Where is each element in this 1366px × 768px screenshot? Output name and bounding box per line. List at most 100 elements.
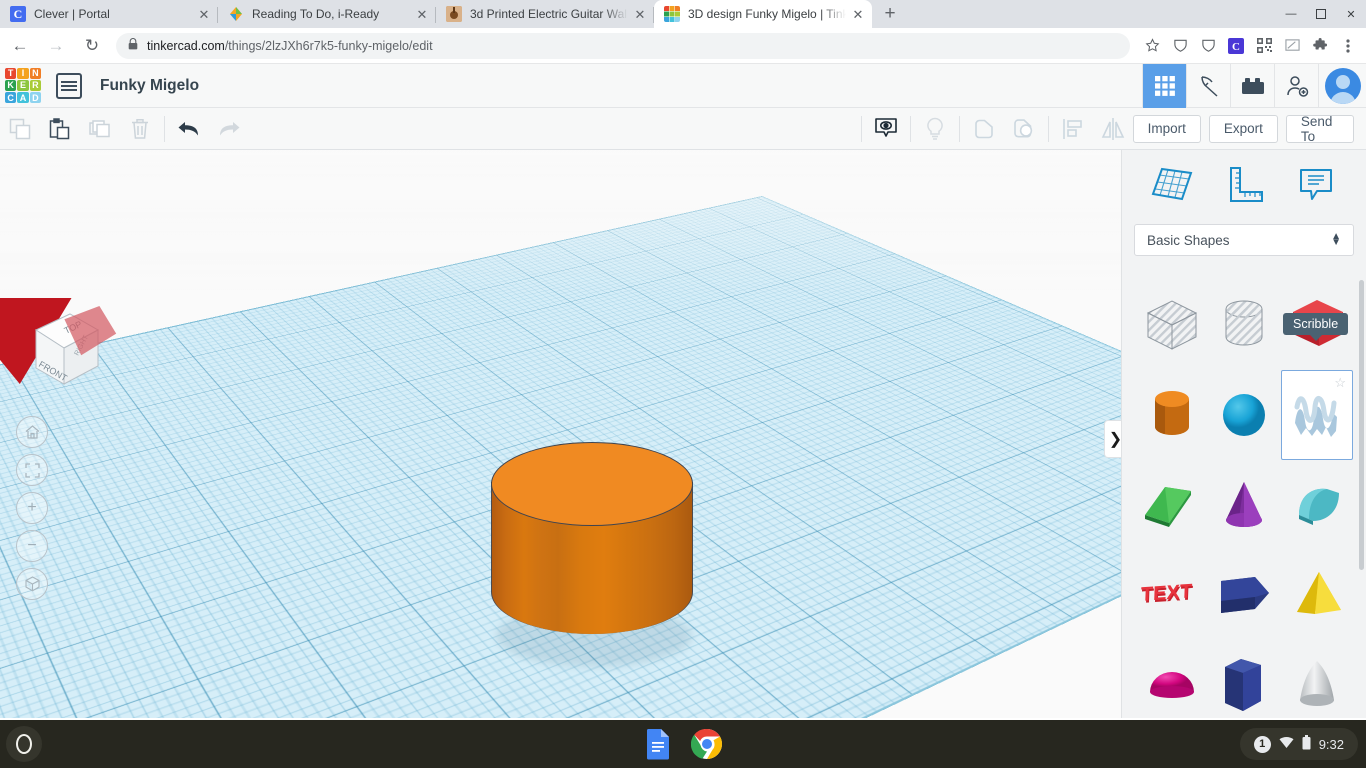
shield-icon[interactable]	[1194, 32, 1222, 60]
shape-category-select[interactable]: Basic Shapes ▲ ▼	[1134, 224, 1354, 256]
duplicate-icon	[80, 108, 120, 150]
fit-to-view-icon[interactable]	[16, 454, 48, 486]
logo-letter: I	[17, 67, 29, 79]
toolbar-divider	[1047, 115, 1049, 142]
camera-nav-controls: + −	[16, 416, 50, 606]
clock-time: 9:32	[1318, 736, 1344, 752]
browser-toolbar-icons: C	[1138, 32, 1366, 60]
tab-close-button[interactable]: ✕	[632, 6, 648, 22]
orange-cylinder[interactable]	[491, 442, 693, 660]
zoom-in-icon[interactable]: +	[16, 492, 48, 524]
toolbar-divider	[958, 115, 960, 142]
bookmark-star-icon[interactable]	[1138, 32, 1166, 60]
favorite-star-icon[interactable]: ☆	[1334, 375, 1346, 391]
address-bar[interactable]: tinkercad.com/things/2lzJXh6r7k5-funky-m…	[116, 32, 1130, 59]
extensions-puzzle-icon[interactable]	[1306, 32, 1334, 60]
shape-item-scribble[interactable]: ☆	[1280, 370, 1353, 460]
url-host: tinkercad.com	[147, 38, 225, 53]
lightbulb-hint-icon	[915, 108, 955, 150]
editor-toolbar: Import Export Send To	[0, 108, 1366, 150]
battery-icon	[1302, 735, 1311, 753]
page-title: Funky Migelo	[100, 76, 200, 94]
svg-text:TEXT: TEXT	[1141, 580, 1194, 606]
shape-item-cylinder[interactable]	[1136, 370, 1208, 460]
shape-item-round-roof[interactable]	[1281, 460, 1353, 550]
browser-tab-0[interactable]: C Clever | Portal ✕	[0, 0, 218, 28]
shape-item-box-hole[interactable]	[1136, 280, 1208, 370]
window-maximize-button[interactable]	[1306, 0, 1336, 28]
ruler-icon[interactable]	[1221, 162, 1267, 208]
tab-close-button[interactable]: ✕	[850, 6, 866, 22]
back-button[interactable]: ←	[4, 30, 36, 62]
browser-tab-3[interactable]: 3D design Funky Migelo | Tinker ✕	[654, 0, 872, 28]
tinkercad-logo[interactable]: T I N K E R C A D	[5, 67, 41, 104]
shape-item-hexagon-prism[interactable]	[1208, 640, 1280, 718]
shape-item-half-sphere[interactable]	[1136, 640, 1208, 718]
status-tray[interactable]: 1 9:32	[1239, 728, 1358, 760]
svg-text:C: C	[1232, 41, 1240, 53]
undo-icon[interactable]	[169, 108, 209, 150]
tab-close-button[interactable]: ✕	[196, 6, 212, 22]
3d-canvas[interactable]: TOP FRONT RIGHT + − Edit Grid Snap Grid …	[0, 150, 1121, 718]
shape-item-paraboloid[interactable]	[1281, 640, 1353, 718]
zoom-out-icon[interactable]: −	[16, 530, 48, 562]
chromeos-launcher[interactable]	[6, 726, 42, 762]
project-menu-icon[interactable]	[56, 72, 82, 99]
tinkercad-header: T I N K E R C A D Funky Migelo	[0, 63, 1366, 108]
logo-letter: K	[5, 79, 17, 92]
show-hide-eye-icon[interactable]	[866, 108, 906, 150]
shapes-panel: Basic Shapes ▲ ▼ ☆ TEXT TEXT	[1121, 150, 1366, 718]
delete-trash-icon	[120, 108, 160, 150]
lock-icon	[128, 38, 138, 53]
perspective-toggle-icon[interactable]	[16, 568, 48, 600]
3d-design-icon[interactable]	[1142, 63, 1186, 108]
shape-category-label: Basic Shapes	[1147, 232, 1230, 248]
view-cube[interactable]: TOP FRONT RIGHT	[0, 298, 117, 396]
shape-item-polygon[interactable]	[1208, 550, 1280, 640]
shape-item-sphere[interactable]	[1208, 370, 1280, 460]
window-minimize-button[interactable]: —	[1276, 0, 1306, 28]
reload-button[interactable]: ↻	[76, 30, 108, 62]
shape-item-roof[interactable]	[1136, 460, 1208, 550]
notification-badge: 1	[1253, 735, 1271, 753]
toolbar-actions: Import Export Send To	[1132, 114, 1366, 144]
blocks-brick-icon[interactable]	[1230, 63, 1274, 108]
shape-item-text[interactable]: TEXT TEXT	[1136, 550, 1208, 640]
clever-extension-icon[interactable]: C	[1222, 32, 1250, 60]
google-chrome-icon[interactable]	[690, 728, 723, 760]
redo-icon	[209, 108, 249, 150]
minecraft-pickaxe-icon[interactable]	[1186, 63, 1230, 108]
import-button[interactable]: Import	[1132, 114, 1201, 143]
avatar[interactable]	[1318, 63, 1366, 108]
browser-tab-1[interactable]: Reading To Do, i-Ready ✕	[218, 0, 436, 28]
shape-grid: ☆ TEXT TEXT	[1122, 272, 1366, 718]
qr-code-icon[interactable]	[1250, 32, 1278, 60]
google-docs-icon[interactable]	[643, 728, 675, 760]
shape-tooltip: Scribble	[1283, 313, 1349, 341]
cast-icon[interactable]	[1278, 32, 1306, 60]
chrome-menu-icon[interactable]	[1334, 32, 1362, 60]
iready-icon	[228, 6, 244, 22]
shape-item-cone[interactable]	[1208, 460, 1280, 550]
workplane-icon[interactable]	[1149, 162, 1195, 208]
clever-icon: C	[10, 6, 26, 22]
invite-person-icon[interactable]	[1274, 63, 1318, 108]
align-icon	[1053, 108, 1093, 150]
home-view-icon[interactable]	[16, 416, 48, 448]
shape-item-pyramid[interactable]	[1281, 550, 1353, 640]
logo-letter: C	[5, 92, 17, 104]
notes-icon[interactable]	[1293, 162, 1339, 208]
new-tab-button[interactable]: +	[876, 0, 904, 28]
shape-item-cylinder-hole[interactable]	[1208, 280, 1280, 370]
export-button[interactable]: Export	[1208, 114, 1278, 143]
panel-scrollbar[interactable]	[1359, 280, 1364, 570]
paste-icon[interactable]	[40, 108, 80, 150]
send-to-button[interactable]: Send To	[1285, 114, 1355, 144]
shield-icon[interactable]	[1166, 32, 1194, 60]
panel-tool-icons	[1122, 150, 1366, 220]
browser-tab-bar: C Clever | Portal ✕ Reading To Do, i-Rea…	[0, 0, 1366, 28]
tab-close-button[interactable]: ✕	[414, 6, 430, 22]
browser-tab-2[interactable]: 3d Printed Electric Guitar Wall M ✕	[436, 0, 654, 28]
forward-button: →	[47, 35, 65, 55]
window-close-button[interactable]: ✕	[1336, 0, 1366, 28]
